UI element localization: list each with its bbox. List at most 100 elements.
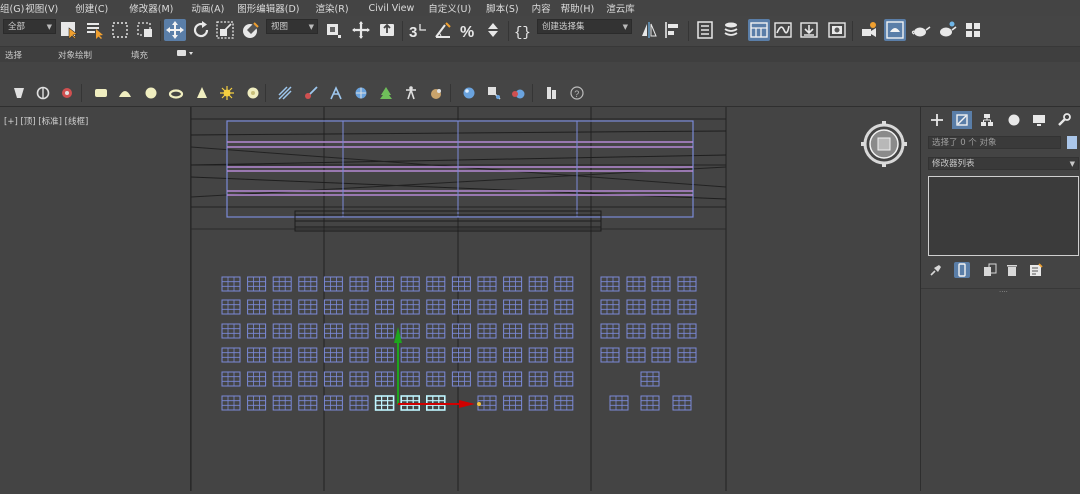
render-setup-button[interactable] — [858, 19, 880, 41]
menu-item[interactable]: 视图(V) — [25, 1, 58, 15]
tab-modify[interactable] — [952, 111, 972, 129]
rendered-frame-window-button[interactable] — [884, 19, 906, 41]
select-and-scale-button[interactable] — [214, 19, 236, 41]
menu-item[interactable]: 创建(C) — [75, 1, 108, 15]
percent-snap-button[interactable]: % — [458, 19, 480, 41]
menu-item[interactable]: 自定义(U) — [428, 1, 471, 15]
material-sphere-button[interactable] — [460, 84, 478, 102]
paint-figure-button[interactable] — [58, 84, 76, 102]
menu-item[interactable]: 渲云库 — [606, 1, 635, 15]
make-unique-button[interactable] — [982, 262, 998, 278]
reference-coordinate-dropdown[interactable]: 视图 ▼ — [266, 19, 318, 34]
top-viewport[interactable] — [190, 107, 921, 491]
tab-create[interactable] — [927, 111, 947, 129]
menu-item[interactable]: Civil View — [369, 3, 415, 14]
toggle-ribbon-button[interactable] — [748, 19, 770, 41]
rollout-grip[interactable]: .... — [999, 286, 1008, 294]
mirror-button[interactable] — [638, 19, 660, 41]
window-panel — [626, 323, 646, 339]
place-object-button[interactable] — [240, 19, 262, 41]
render-iterative-button[interactable] — [936, 19, 958, 41]
selection-info-field[interactable]: 选择了 0 个 对象 — [928, 136, 1061, 149]
keyboard-shortcut-button[interactable] — [376, 19, 398, 41]
cone-button[interactable] — [193, 84, 211, 102]
edit-named-selection-button[interactable]: {} — [512, 19, 534, 41]
menu-item[interactable]: 修改器(M) — [129, 1, 173, 15]
reference-coordinate-value: 视图 — [271, 22, 289, 32]
configure-modifier-sets-button[interactable] — [1028, 262, 1044, 278]
globe-system-button[interactable] — [352, 84, 370, 102]
torus-button[interactable] — [167, 84, 185, 102]
pin-stack-button[interactable] — [928, 262, 944, 278]
tab-utilities[interactable] — [1054, 111, 1074, 129]
hemisphere-button[interactable] — [116, 84, 134, 102]
teapot-cloud-icon — [940, 21, 957, 37]
tab-hierarchy[interactable] — [977, 111, 997, 129]
biped-button[interactable] — [402, 84, 420, 102]
material-map-button[interactable] — [485, 84, 503, 102]
material-editor-button[interactable] — [826, 19, 848, 41]
select-object-button[interactable] — [58, 19, 80, 41]
select-by-name-button[interactable] — [84, 19, 106, 41]
selection-filter-dropdown[interactable]: 全部 ▼ — [3, 19, 56, 34]
ribbon-spacer — [0, 62, 1080, 80]
schematic-view-button[interactable] — [798, 19, 820, 41]
ribbon-tab-select[interactable]: 选择 — [5, 49, 22, 61]
modifier-list-dropdown[interactable]: 修改器列表 ▼ — [928, 157, 1079, 170]
lights-spot-button[interactable] — [10, 84, 28, 102]
show-end-result-button[interactable] — [954, 262, 970, 278]
orbit-light-button[interactable] — [34, 84, 52, 102]
snap-toggle-button[interactable]: 3 — [406, 19, 428, 41]
menu-item[interactable]: 图形编辑器(D) — [237, 1, 299, 15]
menu-item[interactable]: 帮助(H) — [561, 1, 595, 15]
menu-item[interactable]: 组(G) — [0, 1, 24, 15]
angle-snap-button[interactable] — [432, 19, 454, 41]
select-and-rotate-button[interactable] — [190, 19, 212, 41]
align-button[interactable] — [662, 19, 684, 41]
layer-explorer-button[interactable] — [720, 19, 742, 41]
remove-modifier-button[interactable] — [1004, 262, 1020, 278]
modifier-stack-list[interactable] — [928, 176, 1079, 256]
menu-item[interactable]: 渲染(R) — [316, 1, 349, 15]
ribbon-tab-object-paint[interactable]: 对象绘制 — [58, 49, 92, 61]
help-button[interactable]: ? — [568, 84, 586, 102]
window-panel — [400, 299, 420, 315]
render-production-button[interactable] — [910, 19, 932, 41]
window-panel — [221, 323, 241, 339]
geosphere-button[interactable] — [244, 84, 262, 102]
window-panel — [349, 299, 369, 315]
menu-item[interactable]: 动画(A) — [191, 1, 224, 15]
select-manipulate-button[interactable] — [350, 19, 372, 41]
sphere-button[interactable] — [142, 84, 160, 102]
ribbon-tab-fill[interactable]: 填充 — [131, 49, 148, 61]
select-and-move-button[interactable] — [164, 19, 186, 41]
tab-display[interactable] — [1029, 111, 1049, 129]
named-selection-dropdown[interactable]: 创建选择集 ▼ — [537, 19, 632, 34]
render-setup-icon — [862, 22, 876, 37]
viewport-label[interactable]: [+] [顶] [标准] [线框] — [4, 115, 88, 127]
window-crossing-button[interactable] — [134, 19, 156, 41]
menu-item[interactable]: 内容 — [532, 1, 551, 15]
render-effects-button[interactable] — [509, 84, 527, 102]
particle-button[interactable] — [276, 84, 294, 102]
menu-item[interactable]: 脚本(S) — [486, 1, 518, 15]
tree-foliage-button[interactable] — [377, 84, 395, 102]
box-primitive-button[interactable] — [92, 84, 110, 102]
dynamics-button[interactable] — [302, 84, 320, 102]
tab-motion[interactable] — [1004, 111, 1024, 129]
render-in-cloud-button[interactable] — [962, 19, 984, 41]
curve-editor-button[interactable] — [772, 19, 794, 41]
ribbon-options-toggle[interactable] — [176, 48, 194, 61]
sun-light-icon — [220, 86, 234, 100]
bones-button[interactable] — [327, 84, 345, 102]
window-panel — [528, 276, 548, 292]
rect-selection-button[interactable] — [109, 19, 131, 41]
utility-wall-button[interactable] — [542, 84, 560, 102]
scene-explorer-button[interactable] — [694, 19, 716, 41]
toolbar-separator — [852, 21, 853, 41]
pivot-center-button[interactable] — [322, 19, 344, 41]
spinner-snap-button[interactable] — [482, 19, 504, 41]
crowd-button[interactable] — [428, 84, 446, 102]
sun-light-button[interactable] — [218, 84, 236, 102]
object-color-swatch[interactable] — [1067, 136, 1077, 149]
